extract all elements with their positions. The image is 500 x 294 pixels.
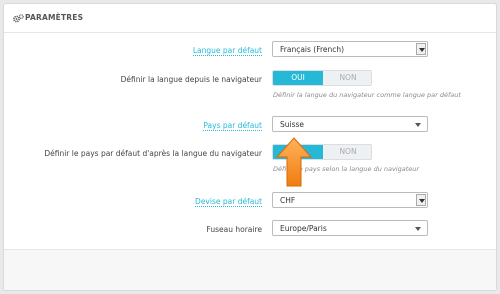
timezone-label: Fuseau horaire — [206, 225, 262, 234]
chevron-down-icon — [415, 123, 421, 127]
default-currency-value: CHF — [280, 196, 296, 205]
language-from-browser-toggle[interactable]: OUI NON — [272, 70, 372, 86]
panel-heading: PARAMÈTRES — [4, 4, 496, 33]
default-currency-label: Devise par défaut — [195, 197, 262, 207]
country-from-browser-label: Définir le pays par défaut d'après la la… — [44, 149, 262, 158]
dropdown-arrow-icon — [416, 194, 426, 206]
timezone-select[interactable]: Europe/Paris — [272, 220, 428, 236]
orange-arrow-icon — [276, 137, 312, 187]
default-language-value: Français (French) — [280, 45, 345, 54]
panel-title: PARAMÈTRES — [25, 13, 84, 22]
default-country-select[interactable]: Suisse — [272, 116, 428, 132]
language-from-browser-no[interactable]: NON — [323, 71, 371, 85]
default-country-label: Pays par défaut — [203, 121, 262, 131]
language-from-browser-help: Définir la langue du navigateur comme la… — [273, 91, 461, 99]
default-language-label: Langue par défaut — [192, 46, 262, 56]
country-from-browser-no[interactable]: NON — [323, 145, 371, 159]
panel-footer — [4, 249, 496, 290]
language-from-browser-yes[interactable]: OUI — [273, 71, 323, 85]
gears-icon — [13, 14, 24, 23]
default-language-select[interactable]: Français (French) — [272, 41, 428, 57]
settings-panel: PARAMÈTRES Langue par défaut Français (F… — [3, 3, 497, 291]
default-country-value: Suisse — [280, 120, 305, 129]
default-currency-select[interactable]: CHF — [272, 192, 428, 208]
language-from-browser-label: Définir la langue depuis le navigateur — [120, 75, 262, 84]
chevron-down-icon — [415, 227, 421, 231]
dropdown-arrow-icon — [416, 43, 426, 55]
timezone-value: Europe/Paris — [280, 224, 327, 233]
